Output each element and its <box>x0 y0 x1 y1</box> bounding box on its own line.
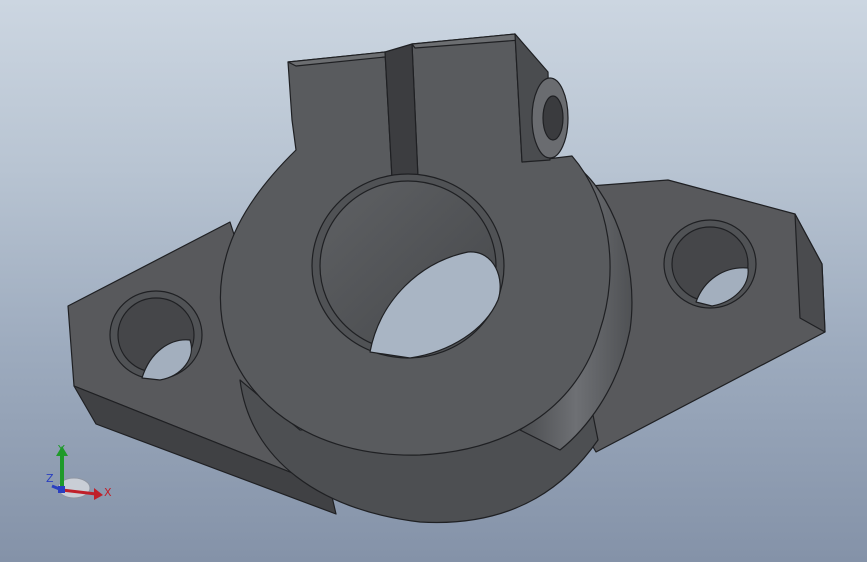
axis-triad: X Y Z <box>46 443 112 500</box>
clamp-screw-socket <box>542 95 564 141</box>
graphics-viewport[interactable]: X Y Z <box>0 0 867 562</box>
triad-origin <box>58 486 65 493</box>
z-axis-label: Z <box>46 472 54 485</box>
right-flange-end <box>794 213 826 333</box>
x-axis-label: X <box>104 486 112 499</box>
part-model-3d[interactable] <box>0 0 867 562</box>
x-arrow-head <box>94 488 103 500</box>
y-axis-label: Y <box>57 443 65 456</box>
